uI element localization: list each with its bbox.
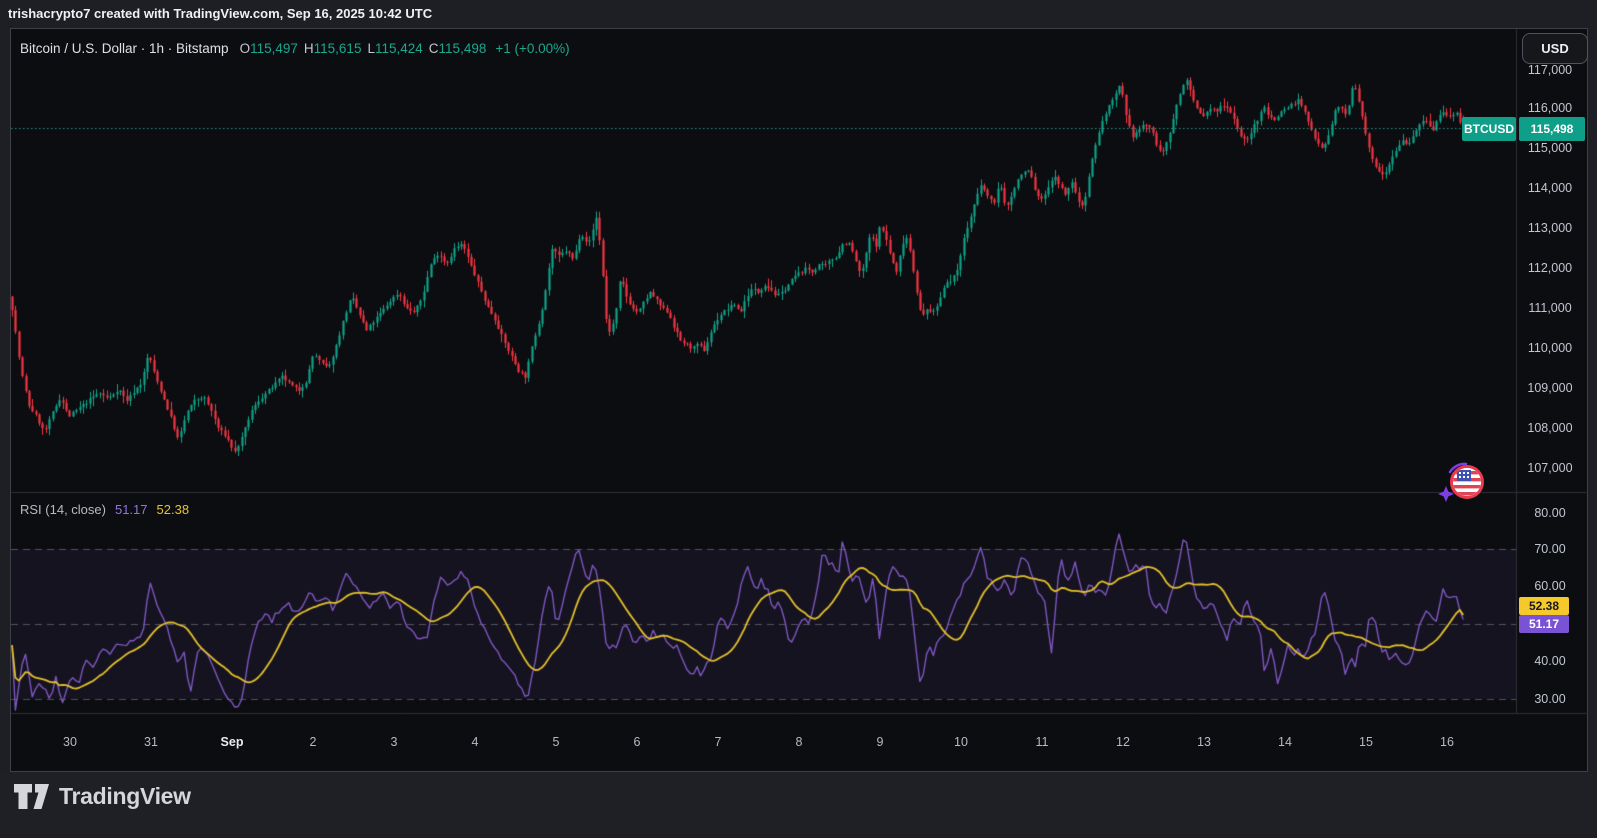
rsi-indicator-header[interactable]: RSI (14, close) 51.17 52.38 <box>20 502 189 517</box>
time-axis-label: 13 <box>1197 735 1211 749</box>
time-axis-label: 2 <box>309 735 317 749</box>
price-axis-label: 111,000 <box>1528 301 1572 315</box>
time-axis-label: 5 <box>552 735 560 749</box>
time-axis-label: 4 <box>471 735 479 749</box>
rsi-ma-current-value: 52.38 <box>156 502 190 517</box>
currency-toggle-button[interactable]: USD <box>1522 33 1588 64</box>
rsi-title[interactable]: RSI (14, close) <box>20 502 106 517</box>
time-axis-label: 3 <box>390 735 398 749</box>
symbol-header[interactable]: Bitcoin / U.S. Dollar · 1h · Bitstamp O1… <box>20 40 570 56</box>
rsi-axis-label: 60.00 <box>1534 579 1566 593</box>
rsi-axis-label: 70.00 <box>1534 542 1566 556</box>
price-axis-label: 117,000 <box>1527 63 1573 77</box>
rsi-axis-label: 80.00 <box>1534 506 1566 520</box>
time-axis-label: 30 <box>63 735 77 749</box>
tradingview-snapshot: trishacrypto7 created with TradingView.c… <box>0 0 1597 838</box>
time-axis-label: 7 <box>714 735 722 749</box>
price-axis-label: 108,000 <box>1527 421 1573 435</box>
ohlc-label: O <box>239 40 251 56</box>
ohlc-value: 115,615 <box>313 40 362 56</box>
rsi-axis-label: 40.00 <box>1534 654 1566 668</box>
price-axis-label: 114,000 <box>1527 181 1573 195</box>
ohlc-label: H <box>303 40 314 56</box>
time-axis-label: 16 <box>1440 735 1454 749</box>
time-axis-label: 12 <box>1116 735 1130 749</box>
rsi-badge: 52.38 <box>1519 597 1569 615</box>
ohlc-value: 115,497 <box>250 40 298 56</box>
time-axis-label: 6 <box>633 735 641 749</box>
price-axis-label: 112,000 <box>1527 261 1573 275</box>
time-axis-label: 14 <box>1278 735 1292 749</box>
ohlc-label: L <box>367 40 375 56</box>
ohlc-values: O 115,497 H 115,615 L 115,424 C 115,498 <box>234 41 487 56</box>
time-axis-label: Sep <box>220 735 244 749</box>
price-change: +1 (+0.00%) <box>495 40 570 56</box>
ohlc-label: C <box>428 40 439 56</box>
time-axis-label: 8 <box>795 735 803 749</box>
candlestick-rsi-chart-canvas[interactable] <box>0 0 1597 838</box>
time-axis-label: 11 <box>1035 735 1049 749</box>
time-axis-label: 10 <box>954 735 968 749</box>
tradingview-logo[interactable]: TradingView <box>14 783 191 810</box>
rsi-badge: 51.17 <box>1519 615 1569 633</box>
tradingview-logo-icon <box>14 783 49 809</box>
time-axis-label: 15 <box>1359 735 1373 749</box>
tradingview-logo-text: TradingView <box>59 783 191 809</box>
symbol-title[interactable]: Bitcoin / U.S. Dollar · 1h · Bitstamp <box>20 41 229 56</box>
symbol-price-chip: BTCUSD <box>1462 116 1516 141</box>
footer-bar <box>0 772 1597 838</box>
ohlc-value: 115,498 <box>438 40 487 56</box>
us-flag-icon <box>1450 465 1484 499</box>
last-price-chip: 115,498 <box>1519 116 1585 141</box>
time-axis-label: 9 <box>876 735 884 749</box>
price-axis-label: 109,000 <box>1527 381 1573 395</box>
us-flag-sticker[interactable] <box>1436 458 1486 504</box>
price-axis-label: 115,000 <box>1527 141 1573 155</box>
price-axis-label: 107,000 <box>1527 461 1573 475</box>
rsi-current-value: 51.17 <box>114 502 148 517</box>
time-axis-label: 31 <box>144 735 158 749</box>
rsi-axis-label: 30.00 <box>1534 692 1566 706</box>
price-axis-label: 116,000 <box>1527 101 1573 115</box>
price-axis-label: 113,000 <box>1527 221 1573 235</box>
ohlc-value: 115,424 <box>374 40 423 56</box>
price-axis-label: 110,000 <box>1527 341 1573 355</box>
